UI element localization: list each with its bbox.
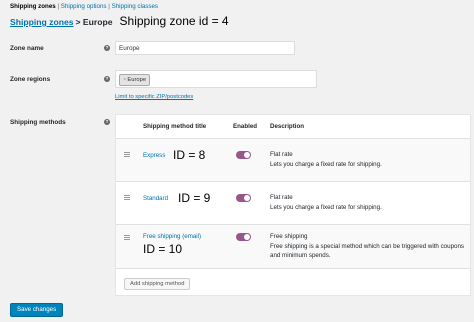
save-changes-button[interactable]: Save changes	[10, 303, 64, 317]
enabled-toggle[interactable]	[236, 194, 251, 202]
method-description: Free shipping is a special method which …	[270, 243, 464, 259]
table-header: Shipping method title Enabled Descriptio…	[116, 115, 470, 139]
method-description: Lets you charge a fixed rate for shippin…	[270, 204, 382, 211]
region-chip[interactable]: ×Europe	[119, 74, 151, 86]
column-header-title: Shipping method title	[143, 123, 207, 130]
table-row: Free shipping (email) ID = 10 Free shipp…	[116, 225, 470, 269]
page-header: Shipping zones > Europe Shipping zone id…	[10, 14, 229, 28]
method-type: Free shipping	[270, 233, 308, 240]
column-header-description: Description	[270, 123, 305, 130]
zone-name-label: Zone name	[10, 45, 44, 52]
column-header-enabled: Enabled	[233, 123, 258, 130]
help-icon[interactable]: ?	[104, 45, 110, 51]
subnav-shipping-classes[interactable]: Shipping classes	[112, 3, 158, 10]
method-title-link[interactable]: Free shipping (email)	[143, 233, 201, 240]
shipping-methods-table: Shipping method title Enabled Descriptio…	[115, 114, 471, 296]
subnav-shipping-options[interactable]: Shipping options	[61, 3, 107, 10]
method-title-link[interactable]: Standard	[143, 195, 168, 202]
zone-regions-select[interactable]: ×Europe	[115, 70, 317, 88]
method-type: Flat rate	[270, 194, 293, 201]
enabled-toggle[interactable]	[236, 233, 251, 241]
remove-chip-icon[interactable]: ×	[123, 77, 126, 83]
help-icon[interactable]: ?	[104, 76, 110, 82]
toggle-knob	[244, 234, 250, 240]
method-type: Flat rate	[270, 151, 293, 158]
method-title-link[interactable]: Express	[143, 152, 165, 159]
help-icon[interactable]: ?	[104, 119, 110, 125]
zone-name-input[interactable]: Europe	[115, 41, 295, 55]
region-chip-label: Europe	[127, 77, 147, 83]
breadcrumb-shipping-zones-link[interactable]: Shipping zones	[10, 17, 74, 27]
enabled-toggle[interactable]	[236, 151, 251, 159]
toggle-knob	[244, 152, 250, 158]
shipping-methods-label: Shipping methods	[10, 119, 66, 126]
method-id-annotation: ID = 9	[178, 191, 211, 205]
zone-regions-label: Zone regions	[10, 76, 51, 83]
drag-handle-icon[interactable]	[124, 195, 130, 200]
method-description: Lets you charge a fixed rate for shippin…	[270, 161, 382, 168]
add-shipping-method-button[interactable]: Add shipping method	[124, 278, 191, 290]
breadcrumb-current-zone: > Europe	[75, 17, 113, 27]
drag-handle-icon[interactable]	[124, 152, 130, 157]
method-id-annotation: ID = 8	[173, 148, 206, 162]
toggle-knob	[244, 195, 250, 201]
limit-zip-postcodes-link[interactable]: Limit to specific ZIP/postcodes	[115, 94, 193, 100]
subnav-shipping-zones[interactable]: Shipping zones	[10, 3, 56, 10]
drag-handle-icon[interactable]	[124, 235, 130, 240]
shipping-subnav: Shipping zones | Shipping options | Ship…	[10, 3, 158, 10]
method-id-annotation: ID = 10	[143, 242, 183, 256]
zone-id-annotation: Shipping zone id = 4	[119, 14, 229, 28]
table-row: Express ID = 8 Flat rate Lets you charge…	[116, 139, 470, 182]
table-row: Standard ID = 9 Flat rate Lets you charg…	[116, 182, 470, 225]
